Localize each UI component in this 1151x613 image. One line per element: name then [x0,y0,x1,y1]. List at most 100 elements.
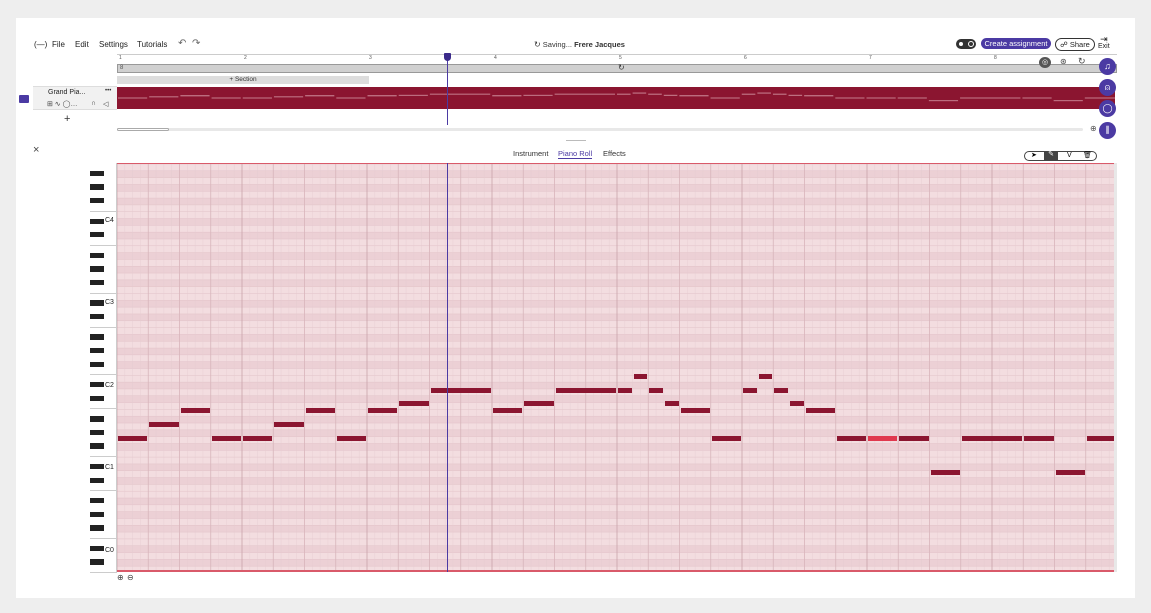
menu-settings[interactable]: Settings [99,40,128,49]
track-clip[interactable] [117,87,1115,109]
black-key[interactable] [90,429,104,436]
midi-note[interactable] [789,401,804,407]
vertical-scrollbar[interactable] [1114,163,1117,572]
menu-file[interactable]: File [52,40,65,49]
notes-layer[interactable] [117,164,1114,570]
tab-piano-roll[interactable]: Piano Roll [558,149,593,159]
black-key[interactable] [90,498,104,504]
mixer-icon[interactable]: ⫼ [1099,122,1116,139]
panel-resize-handle[interactable] [566,140,586,141]
midi-note[interactable] [930,469,960,475]
midi-note[interactable] [399,401,429,407]
midi-note[interactable] [961,435,1023,441]
zoom-out-icon[interactable]: ⊖ [127,573,134,582]
tab-instrument[interactable]: Instrument [513,149,548,158]
black-key[interactable] [90,232,104,238]
midi-note[interactable] [149,421,179,427]
redo-icon[interactable]: ↷ [192,38,200,49]
track-controls-icon[interactable]: ⊞ ∿ ◯… [47,100,77,108]
black-key[interactable] [90,300,104,306]
midi-note[interactable] [743,387,757,393]
midi-note[interactable] [524,401,554,407]
midi-note[interactable] [805,408,835,414]
midi-note[interactable] [555,387,616,393]
close-editor-button[interactable]: × [33,144,39,156]
playhead-handle[interactable] [444,53,451,61]
black-key[interactable] [90,525,104,531]
menu-edit[interactable]: Edit [75,40,89,49]
midi-note[interactable] [243,435,273,441]
black-key[interactable] [90,511,104,517]
timeline-ruler[interactable]: 1 2 3 4 5 6 7 8 [117,55,1117,63]
zoom-icon[interactable]: ⊕ [1090,124,1097,133]
midi-note[interactable] [899,435,929,441]
scroll-thumb[interactable] [117,128,169,131]
horizontal-scrollbar[interactable] [117,128,1083,131]
tool-selector[interactable]: ➤ ✎ V 🗑 [1024,151,1097,161]
black-key[interactable] [90,252,104,258]
black-key[interactable] [90,184,104,190]
app-logo[interactable]: (—) [34,40,47,49]
midi-note[interactable] [1024,435,1054,441]
midi-note[interactable] [633,374,648,380]
midi-note[interactable] [711,435,741,441]
tab-effects[interactable]: Effects [603,149,626,158]
black-key[interactable] [90,334,104,340]
black-key[interactable] [90,545,104,552]
track-name[interactable]: Grand Pia... [48,89,85,96]
black-key[interactable] [90,361,104,367]
zoom-in-icon[interactable]: ⊕ [117,573,124,582]
share-button[interactable]: ☍ Share [1055,38,1095,51]
metronome-icon[interactable]: ⊛ [1060,57,1067,66]
collaborators-icon[interactable]: ⍝ [1099,79,1116,96]
trash-tool-icon[interactable]: 🗑 [1083,152,1092,160]
arrangement-playhead[interactable] [447,54,448,125]
add-track-button[interactable]: + [64,113,70,125]
record-toggle[interactable] [956,39,976,49]
midi-note[interactable] [336,435,366,441]
midi-note[interactable] [493,408,523,414]
create-assignment-button[interactable]: Create assignment [981,38,1051,49]
midi-note[interactable] [618,387,632,393]
black-key[interactable] [90,348,104,354]
midi-note[interactable] [774,387,788,393]
midi-note[interactable] [649,387,663,393]
music-note-icon[interactable]: ♫ [1099,58,1116,75]
midi-note[interactable] [868,435,898,441]
loop-region[interactable]: 8 ↻ [117,63,1117,73]
midi-note[interactable] [180,408,210,414]
loop-icon[interactable]: ↻ [618,63,625,72]
black-key[interactable] [90,463,104,470]
black-key[interactable] [90,279,104,286]
note-grid[interactable] [117,163,1114,572]
piano-keyboard[interactable] [90,163,117,573]
loop-toggle-icon[interactable]: ↻ [1078,56,1086,67]
headphones-icon[interactable]: ∩ [91,100,96,107]
black-key[interactable] [90,443,104,449]
midi-note[interactable] [430,387,491,393]
black-key[interactable] [90,313,104,320]
black-key[interactable] [90,382,104,388]
track-more-button[interactable]: ••• [105,88,111,94]
pencil-tool-icon[interactable]: ✎ [1044,151,1058,161]
exit-button[interactable]: ⇥ Exit [1098,35,1110,51]
midi-note[interactable] [836,435,866,441]
black-key[interactable] [90,218,104,224]
midi-note[interactable] [368,408,398,414]
track-header[interactable]: Grand Pia... ••• ⊞ ∿ ◯… ∩ ◁ [33,86,117,110]
midi-note[interactable] [680,408,710,414]
undo-icon[interactable]: ↶ [178,38,186,49]
menu-tutorials[interactable]: Tutorials [137,40,167,49]
select-tool-icon[interactable]: ➤ [1031,152,1037,160]
speaker-icon[interactable]: ◁ [103,100,108,108]
midi-note[interactable] [664,401,679,407]
midi-note[interactable] [305,408,335,414]
midi-note[interactable] [274,421,304,427]
black-key[interactable] [90,198,104,204]
midi-note[interactable] [1086,435,1114,441]
black-key[interactable] [90,170,104,177]
camera-icon[interactable]: ◎ [1039,57,1051,68]
midi-note[interactable] [1055,469,1085,475]
loop-library-icon[interactable]: ◯ [1099,100,1116,117]
black-key[interactable] [90,477,104,483]
